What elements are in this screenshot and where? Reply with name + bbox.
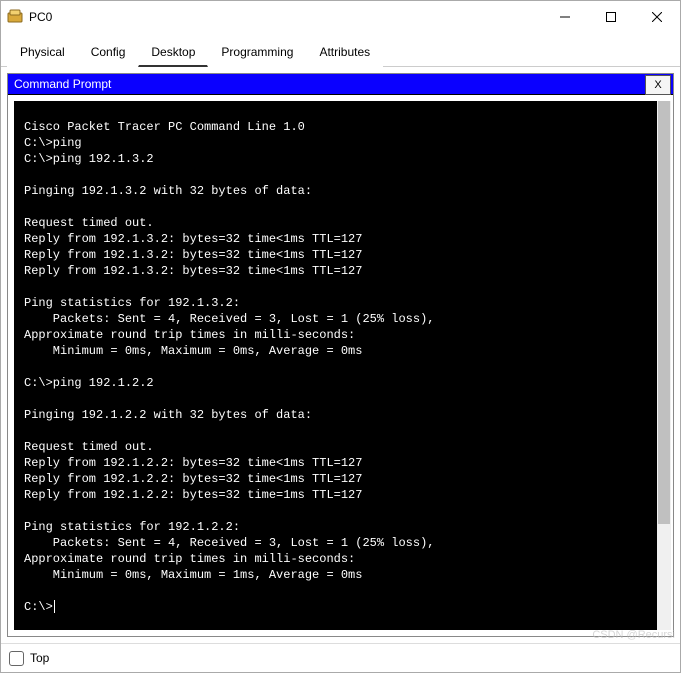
close-button[interactable] <box>634 1 680 33</box>
command-prompt-close-button[interactable]: X <box>645 75 671 95</box>
terminal-scrollbar[interactable] <box>657 101 671 630</box>
footer: Top <box>1 643 680 672</box>
terminal-wrap: Cisco Packet Tracer PC Command Line 1.0 … <box>8 95 673 636</box>
maximize-button[interactable] <box>588 1 634 33</box>
titlebar[interactable]: PC0 <box>1 1 680 33</box>
command-prompt-title[interactable]: Command Prompt X <box>8 74 673 95</box>
app-icon <box>7 9 23 25</box>
tab-config[interactable]: Config <box>78 40 139 67</box>
tab-programming[interactable]: Programming <box>208 40 306 67</box>
tab-attributes[interactable]: Attributes <box>306 40 383 67</box>
minimize-button[interactable] <box>542 1 588 33</box>
tab-desktop[interactable]: Desktop <box>138 40 208 67</box>
app-window: PC0 Physical Config Desktop Programming … <box>0 0 681 673</box>
command-prompt-title-text: Command Prompt <box>14 77 111 91</box>
scrollbar-track[interactable] <box>657 101 671 630</box>
content-area: Command Prompt X Cisco Packet Tracer PC … <box>1 67 680 643</box>
tabstrip: Physical Config Desktop Programming Attr… <box>1 33 680 67</box>
window-controls <box>542 1 680 33</box>
top-label: Top <box>30 651 49 665</box>
command-prompt-panel: Command Prompt X Cisco Packet Tracer PC … <box>7 73 674 637</box>
window-title: PC0 <box>29 10 52 24</box>
tab-physical[interactable]: Physical <box>7 40 78 67</box>
terminal[interactable]: Cisco Packet Tracer PC Command Line 1.0 … <box>14 101 657 630</box>
scrollbar-thumb[interactable] <box>658 101 670 524</box>
top-checkbox[interactable] <box>9 651 24 666</box>
